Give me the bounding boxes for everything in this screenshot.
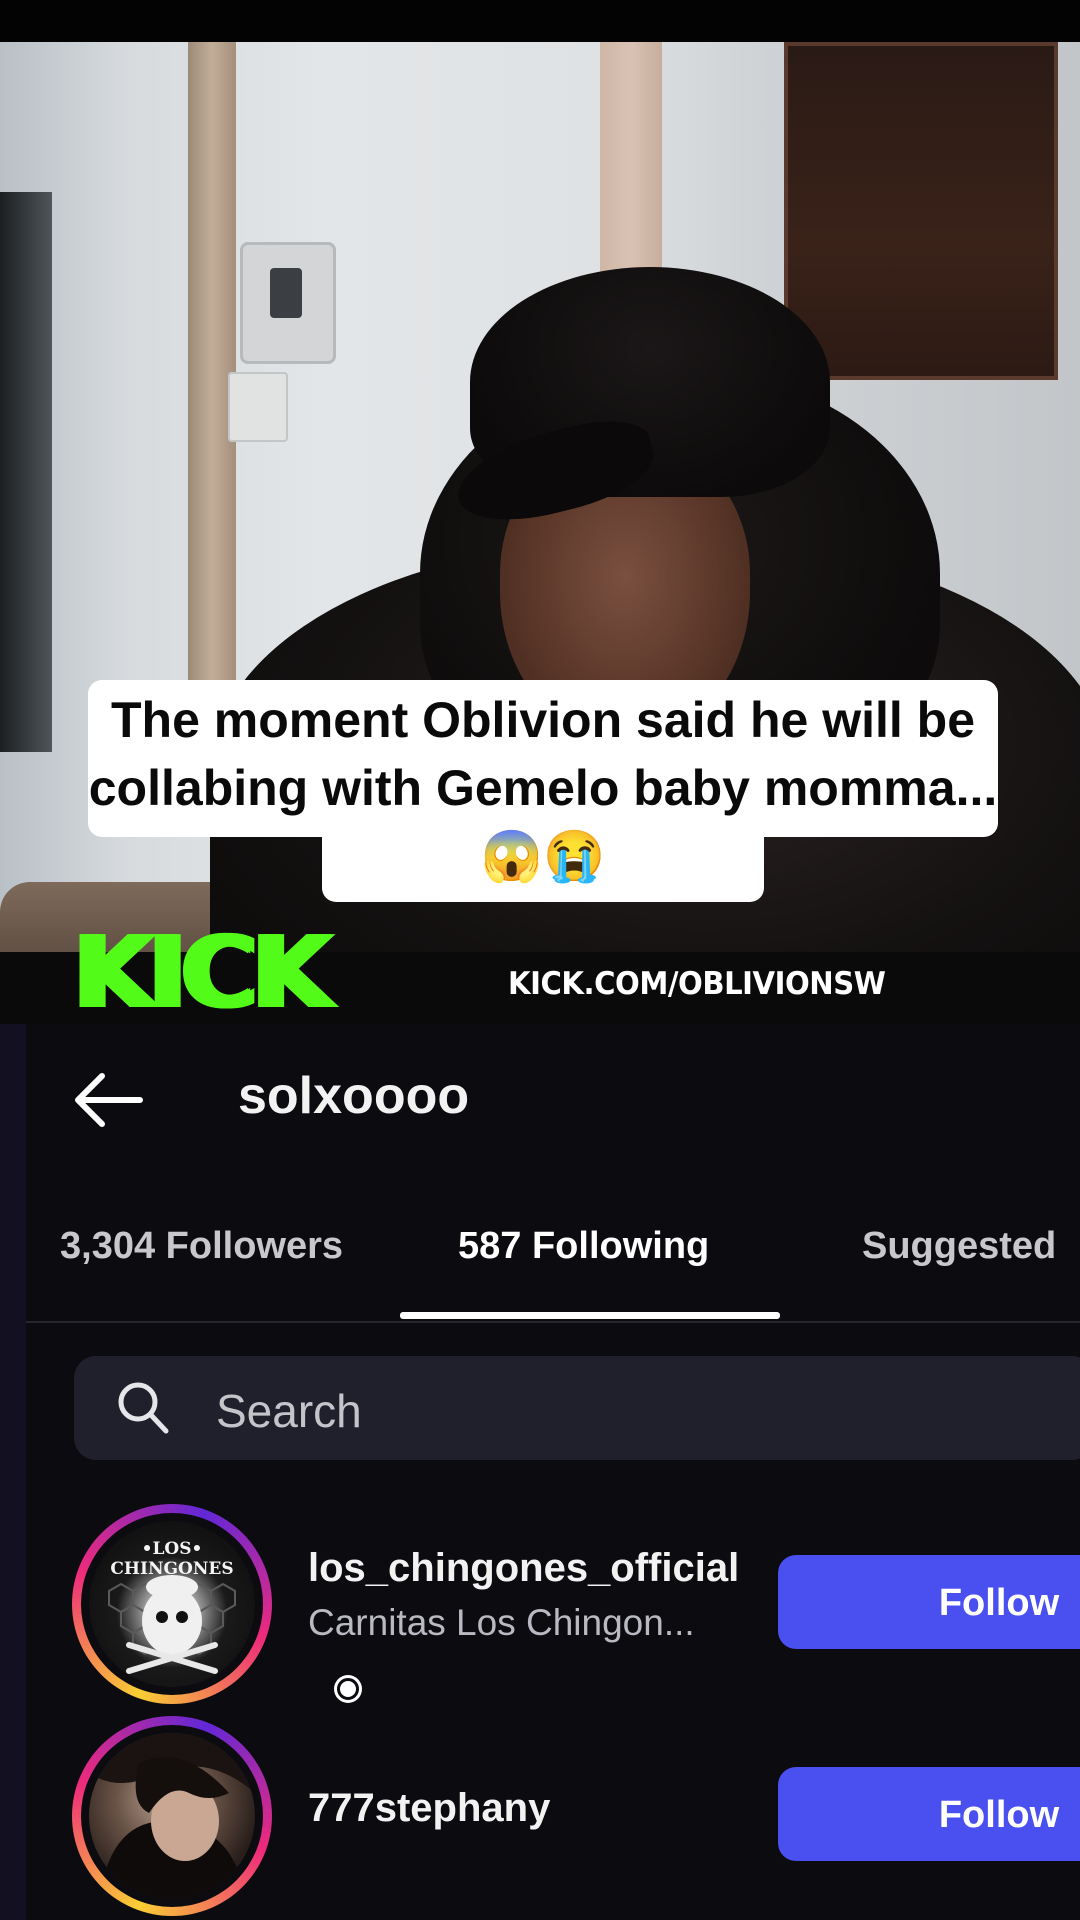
list-item-username[interactable]: los_chingones_official — [308, 1546, 739, 1591]
avatar-image: •LOS• CHINGONES — [89, 1521, 255, 1687]
wall-thermostat — [240, 242, 336, 364]
avatar[interactable] — [72, 1716, 272, 1916]
avatar-image — [89, 1733, 255, 1899]
kick-logo: KICK — [72, 914, 332, 1031]
wall-picture — [784, 42, 1058, 380]
follow-button[interactable]: Follow — [778, 1767, 1080, 1861]
list-item-username[interactable]: 777stephany — [308, 1786, 550, 1831]
light-switch — [228, 372, 288, 442]
avatar-logo-text: •LOS• CHINGONES — [110, 1539, 234, 1579]
follow-button[interactable]: Follow — [778, 1555, 1080, 1649]
tab-divider — [26, 1321, 1080, 1323]
tab-suggested[interactable]: Suggested — [862, 1225, 1056, 1268]
profile-photo-icon — [89, 1733, 255, 1899]
profile-username: solxoooo — [238, 1067, 470, 1125]
avatar[interactable]: •LOS• CHINGONES — [72, 1504, 272, 1704]
tab-following[interactable]: 587 Following — [458, 1225, 709, 1268]
search-placeholder: Search — [216, 1385, 362, 1437]
door-frame — [0, 192, 52, 752]
back-arrow-icon[interactable] — [72, 1070, 144, 1130]
letterbox-top — [0, 0, 1080, 42]
tab-followers[interactable]: 3,304 Followers — [60, 1225, 343, 1268]
list-item-display-name: Carnitas Los Chingon... — [308, 1602, 695, 1643]
search-icon — [118, 1382, 169, 1434]
kick-channel-url: KICK.COM/OBLIVIONSW — [508, 966, 886, 1002]
video-caption: The moment Oblivion said he will be coll… — [88, 692, 998, 884]
screen-edge — [0, 1024, 26, 1920]
active-tab-indicator — [400, 1312, 780, 1319]
activity-dot — [337, 1678, 359, 1700]
